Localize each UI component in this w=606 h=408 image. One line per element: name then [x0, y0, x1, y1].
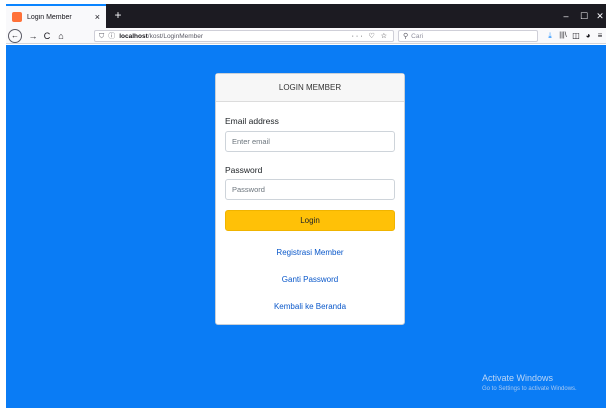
close-tab-icon[interactable]: × — [95, 12, 100, 22]
home-button[interactable]: ⌂ — [54, 29, 68, 43]
register-member-link[interactable]: Registrasi Member — [216, 248, 404, 257]
login-card: LOGIN MEMBER Email address Enter email P… — [215, 73, 405, 325]
tab-strip: Login Member × + – ☐ ✕ — [6, 4, 606, 28]
url-path: /kost/LoginMember — [147, 32, 204, 40]
favicon-icon — [12, 12, 22, 22]
new-tab-button[interactable]: + — [110, 7, 126, 23]
minimize-button[interactable]: – — [558, 4, 574, 28]
info-icon[interactable]: ⓘ — [108, 33, 115, 40]
sidebar-icon[interactable]: ◫ — [570, 29, 582, 43]
search-placeholder: Cari — [411, 32, 424, 40]
activate-windows-subtitle: Go to Settings to activate Windows. — [482, 386, 577, 392]
address-bar[interactable]: ⛉ ⓘ localhost /kost/LoginMember ··· ♡ ☆ — [94, 30, 394, 42]
back-button[interactable]: ← — [8, 29, 22, 43]
activate-windows-title: Activate Windows — [482, 373, 554, 383]
url-host: localhost — [119, 32, 148, 40]
tab-login-member[interactable]: Login Member × — [6, 4, 106, 28]
email-field[interactable]: Enter email — [225, 131, 395, 152]
email-label: Email address — [225, 116, 279, 126]
forward-button[interactable]: → — [26, 29, 40, 43]
download-icon[interactable]: ⤓ — [544, 29, 556, 43]
password-field[interactable]: Password — [225, 179, 395, 200]
search-icon: ⚲ — [403, 32, 409, 40]
back-to-home-link[interactable]: Kembali ke Beranda — [216, 302, 404, 311]
maximize-button[interactable]: ☐ — [576, 4, 592, 28]
page-viewport: LOGIN MEMBER Email address Enter email P… — [6, 45, 606, 408]
menu-icon[interactable]: ≡ — [594, 29, 606, 43]
password-label: Password — [225, 165, 263, 175]
library-icon[interactable]: |||\ — [557, 29, 569, 43]
tab-title: Login Member — [27, 13, 72, 21]
page-actions[interactable]: ··· ♡ ☆ — [352, 32, 389, 40]
search-bar[interactable]: ⚲ Cari — [398, 30, 538, 42]
addon-icon[interactable]: ◕ — [582, 29, 594, 43]
close-window-button[interactable]: ✕ — [592, 4, 606, 28]
change-password-link[interactable]: Ganti Password — [216, 275, 404, 284]
login-button[interactable]: Login — [225, 210, 395, 231]
browser-window: Login Member × + – ☐ ✕ ← → C ⌂ ⛉ ⓘ local… — [0, 0, 606, 408]
reload-button[interactable]: C — [40, 29, 54, 43]
navigation-bar: ← → C ⌂ ⛉ ⓘ localhost /kost/LoginMember … — [6, 28, 606, 44]
shield-icon: ⛉ — [99, 32, 105, 40]
login-card-header: LOGIN MEMBER — [216, 74, 404, 102]
